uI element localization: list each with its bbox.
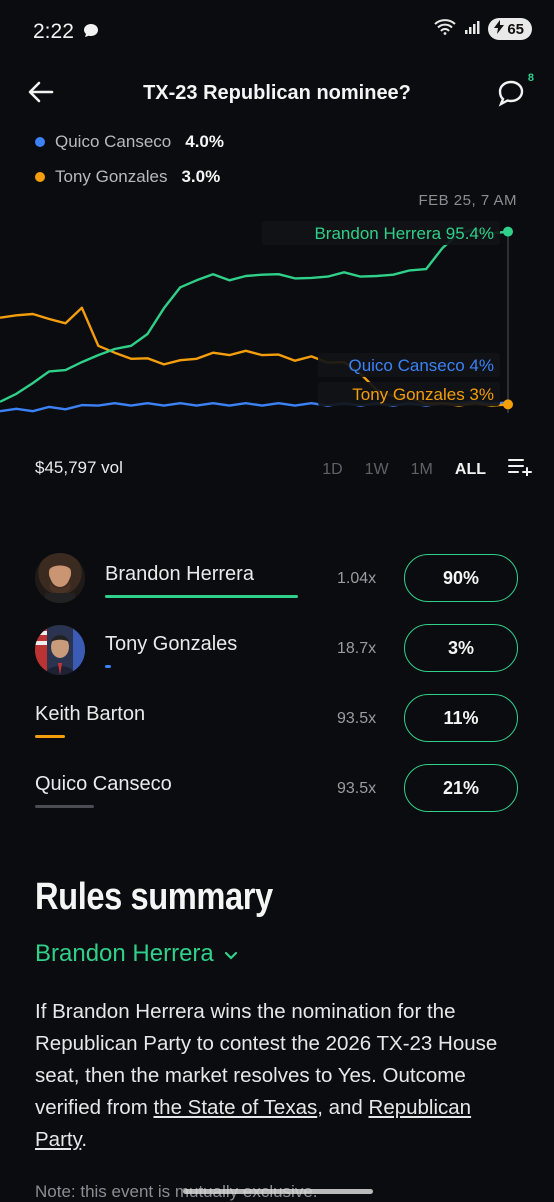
avatar: [35, 553, 85, 603]
outcome-row-barton[interactable]: Keith Barton 93.5x 11%: [0, 683, 554, 753]
legend-name: Tony Gonzales: [55, 167, 168, 186]
outcome-name: Tony Gonzales: [105, 633, 238, 655]
price-chart[interactable]: Brandon Herrera 95.4% Quico Canseco 4% Ton…: [0, 185, 554, 425]
wifi-icon: [434, 18, 456, 40]
outcome-row-gonzales[interactable]: Tony Gonzales 18.7x 3%: [0, 613, 554, 683]
legend-pct: 3.0%: [181, 167, 221, 186]
outcome-probability-bar: [105, 665, 111, 668]
outcome-multiplier: 93.5x: [337, 780, 377, 797]
battery-indicator: 65: [488, 18, 532, 40]
buy-button[interactable]: 90%: [404, 554, 518, 602]
outcome-name: Keith Barton: [35, 703, 146, 725]
volume-label: $45,797 vol: [35, 458, 123, 477]
signal-icon: [464, 19, 480, 40]
buy-button[interactable]: 11%: [404, 694, 518, 742]
chart-end-label-canseco: Quico Canseco 4%: [348, 356, 494, 375]
legend-name: Quico Canseco: [55, 132, 172, 151]
outcome-multiplier: 93.5x: [337, 710, 377, 727]
legend-dot-orange: [35, 172, 45, 182]
end-dot-gonzales: [503, 399, 513, 410]
legend-item-gonzales: Tony Gonzales 3.0%: [35, 167, 220, 187]
add-to-list-icon[interactable]: [508, 458, 532, 481]
comment-count: 8: [527, 72, 534, 84]
range-1w[interactable]: 1W: [365, 461, 389, 479]
home-indicator[interactable]: [183, 1189, 373, 1194]
range-all[interactable]: ALL: [455, 461, 486, 479]
battery-level: 65: [507, 20, 524, 38]
end-dot-herrera: [503, 226, 513, 237]
comment-icon: [496, 78, 526, 113]
outcome-name: Brandon Herrera: [105, 563, 254, 585]
comments-button[interactable]: 8: [496, 72, 534, 108]
status-time: 2:22: [33, 20, 74, 43]
buy-button[interactable]: 21%: [404, 764, 518, 812]
page-title: TX-23 Republican nominee?: [143, 82, 411, 104]
rules-outcome-selector[interactable]: Brandon Herrera: [35, 940, 238, 968]
outcome-row-herrera[interactable]: Brandon Herrera 1.04x 90%: [0, 543, 554, 613]
source-link-texas[interactable]: the State of Texas: [153, 1096, 317, 1119]
outcome-multiplier: 18.7x: [337, 640, 377, 657]
avatar: [35, 625, 85, 675]
rules-text: , and: [317, 1096, 369, 1119]
rules-description: If Brandon Herrera wins the nomination f…: [35, 996, 525, 1156]
outcome-probability-bar: [35, 735, 65, 738]
rules-text: .: [81, 1128, 88, 1151]
outcome-probability-bar: [35, 805, 94, 808]
chart-end-label-gonzales: Tony Gonzales 3%: [352, 385, 494, 404]
chevron-down-icon: [224, 940, 238, 968]
range-1m[interactable]: 1M: [411, 461, 433, 479]
outcome-name: Quico Canseco: [35, 773, 172, 795]
rules-summary-heading: Rules summary: [35, 876, 273, 918]
outcome-multiplier: 1.04x: [337, 570, 377, 587]
range-1d[interactable]: 1D: [322, 461, 342, 479]
status-icons: 65: [434, 18, 532, 40]
chart-end-label-herrera: Brandon Herrera 95.4%: [314, 224, 494, 243]
charging-bolt-icon: [494, 20, 505, 38]
chat-bubble-icon: [82, 22, 100, 45]
outcome-probability-bar: [105, 595, 298, 598]
rules-outcome-label: Brandon Herrera: [35, 940, 214, 967]
outcome-row-canseco[interactable]: Quico Canseco 93.5x 21%: [0, 753, 554, 823]
legend-pct: 4.0%: [185, 132, 224, 151]
buy-button[interactable]: 3%: [404, 624, 518, 672]
legend-item-canseco: Quico Canseco 4.0%: [35, 132, 224, 152]
legend-dot-blue: [35, 137, 45, 147]
range-selector: 1D 1W 1M ALL: [322, 458, 532, 481]
